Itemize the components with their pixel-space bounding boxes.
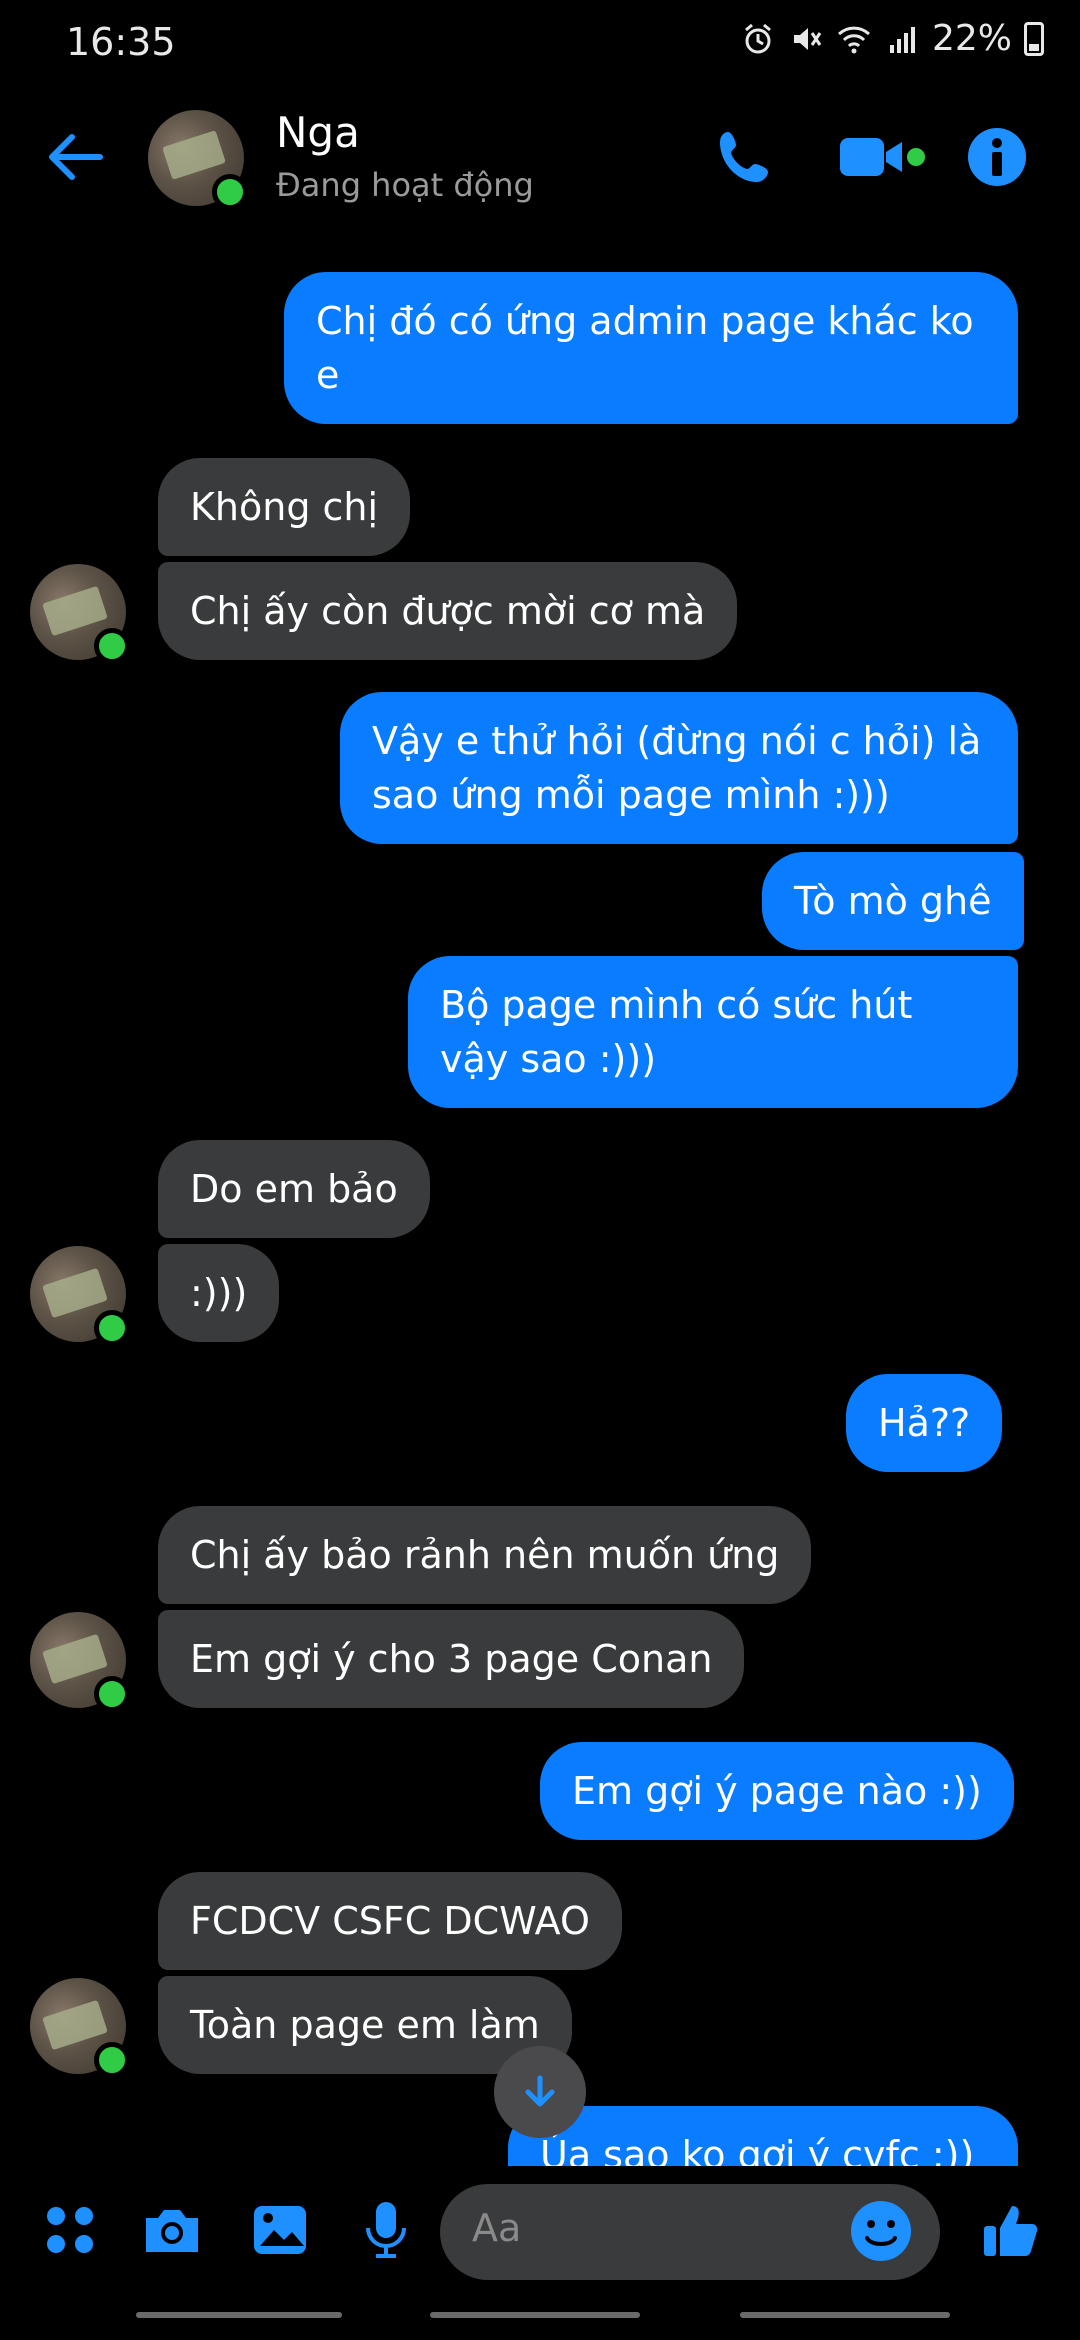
composer-bar: Aa: [0, 2170, 1080, 2290]
message-bubble-outgoing[interactable]: Em gợi ý page nào :)): [540, 1742, 1014, 1840]
online-indicator: [94, 1676, 130, 1712]
message-bubble-outgoing[interactable]: Bộ page mình có sức hút vậy sao :))): [408, 956, 1018, 1108]
online-indicator: [94, 2042, 130, 2078]
message-bubble-incoming[interactable]: :))): [158, 1244, 280, 1342]
arrow-down-icon: [525, 2075, 555, 2107]
message-bubble-incoming[interactable]: Chị ấy còn được mời cơ mà: [158, 562, 738, 660]
message-input[interactable]: Aa: [440, 2184, 940, 2280]
message-bubble-incoming[interactable]: Do em bảo: [158, 1140, 430, 1238]
message-list[interactable]: Chị đó có ứng admin page khác ko e Không…: [0, 0, 1080, 2340]
online-indicator: [94, 628, 130, 664]
message-input-placeholder: Aa: [472, 2206, 522, 2250]
message-bubble-outgoing[interactable]: Vậy e thử hỏi (đừng nói c hỏi) là sao ứn…: [340, 692, 1018, 844]
message-bubble-outgoing[interactable]: Hả??: [846, 1374, 1003, 1472]
emoji-icon[interactable]: [848, 2198, 914, 2264]
camera-icon[interactable]: [140, 2198, 204, 2262]
nav-bar-segment: [740, 2312, 950, 2318]
message-bubble-incoming[interactable]: Chị ấy bảo rảnh nên muốn ứng: [158, 1506, 812, 1604]
message-bubble-outgoing[interactable]: Ủa sao ko gợi ý cvfc :)): [508, 2106, 1018, 2166]
nav-bar-segment: [136, 2312, 342, 2318]
scroll-to-bottom-button[interactable]: [494, 2046, 586, 2138]
message-bubble-incoming[interactable]: Em gợi ý cho 3 page Conan: [158, 1610, 745, 1708]
microphone-icon[interactable]: [354, 2198, 418, 2262]
nav-bar-segment: [430, 2312, 640, 2318]
message-bubble-outgoing[interactable]: Chị đó có ứng admin page khác ko e: [284, 272, 1018, 424]
message-bubble-outgoing[interactable]: Tò mò ghê: [762, 852, 1024, 950]
like-icon[interactable]: [980, 2198, 1044, 2262]
online-indicator: [94, 1310, 130, 1346]
gallery-icon[interactable]: [248, 2198, 312, 2262]
message-bubble-incoming[interactable]: Không chị: [158, 458, 411, 556]
message-bubble-incoming[interactable]: FCDCV CSFC DCWAO: [158, 1872, 622, 1970]
more-apps-icon[interactable]: [38, 2198, 102, 2262]
